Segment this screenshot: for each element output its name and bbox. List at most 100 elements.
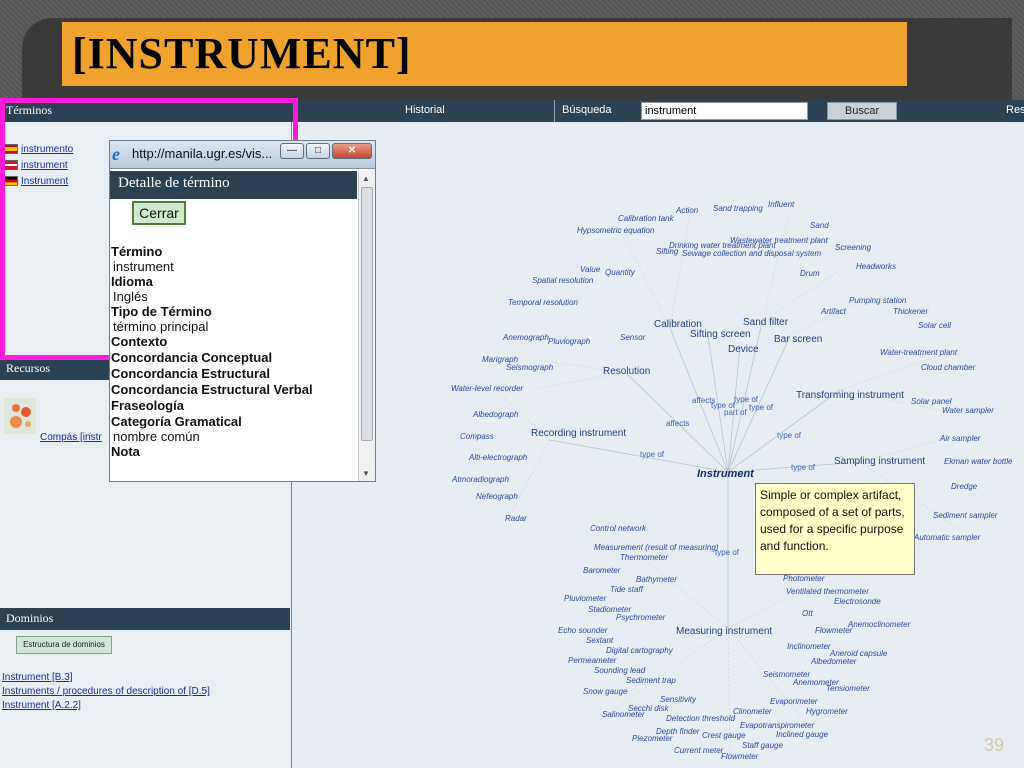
graph-node[interactable]: Staff gauge (742, 741, 783, 750)
graph-node[interactable]: Atmoradiograph (452, 475, 509, 484)
graph-node[interactable]: Water-treatment plant (880, 348, 957, 357)
graph-node[interactable]: Seismograph (506, 363, 553, 372)
graph-node[interactable]: Current meter (674, 746, 723, 755)
graph-node[interactable]: Radar (505, 514, 527, 523)
graph-node[interactable]: Headworks (856, 262, 896, 271)
graph-node[interactable]: Pluviograph (548, 337, 590, 346)
graph-node[interactable]: Compass (460, 432, 494, 441)
graph-node[interactable]: Hypsometric equation (577, 226, 654, 235)
graph-node[interactable]: Salinometer (602, 710, 645, 719)
graph-node[interactable]: Clinometer (733, 707, 772, 716)
graph-node[interactable]: Screening (835, 243, 871, 252)
graph-node[interactable]: Value (580, 265, 600, 274)
graph-node[interactable]: Pumping station (849, 296, 906, 305)
graph-node[interactable]: Flowmeter (815, 626, 852, 635)
graph-node[interactable]: Permeameter (568, 656, 616, 665)
graph-hub[interactable]: Transforming instrument (796, 390, 904, 401)
graph-node[interactable]: Air sampler (940, 434, 980, 443)
graph-node[interactable]: Detection threshold (666, 714, 735, 723)
graph-center-node[interactable]: Instrument (697, 468, 754, 480)
graph-node[interactable]: Anemoclinometer (848, 620, 910, 629)
graph-node[interactable]: Solar cell (918, 321, 951, 330)
domain-link[interactable]: Instrument [A.2.2] (2, 700, 81, 711)
term-item-en[interactable]: instrument (3, 160, 68, 171)
graph-node[interactable]: Barometer (583, 566, 620, 575)
graph-node[interactable]: Measurement (result of measuring) (594, 543, 719, 552)
scroll-up-icon[interactable]: ▲ (362, 174, 370, 183)
graph-node[interactable]: Sediment sampler (933, 511, 997, 520)
graph-node[interactable]: Alti-electrograph (469, 453, 527, 462)
cerrar-button[interactable]: Cerrar (132, 201, 186, 225)
graph-node[interactable]: Piezometer (632, 734, 672, 743)
graph-node[interactable]: Nefeograph (476, 492, 518, 501)
graph-node[interactable]: Albedograph (473, 410, 518, 419)
terms-tab[interactable]: Términos (6, 103, 52, 118)
graph-node[interactable]: Echo sounder (558, 626, 607, 635)
resource-link[interactable]: Compás [instr (40, 432, 102, 443)
popup-scrollbar[interactable]: ▲ ▼ (358, 171, 375, 481)
graph-node[interactable]: Sextant (586, 636, 613, 645)
domain-link[interactable]: Instrument [B.3] (2, 672, 73, 683)
graph-node[interactable]: Sediment trap (626, 676, 676, 685)
graph-node[interactable]: Quantity (605, 268, 635, 277)
graph-node[interactable]: Hygrometer (806, 707, 848, 716)
graph-node[interactable]: Drum (800, 269, 820, 278)
graph-node[interactable]: Psychrometer (616, 613, 665, 622)
graph-node[interactable]: Evaporimeter (770, 697, 818, 706)
graph-hub[interactable]: Device (728, 344, 759, 355)
graph-node[interactable]: Evapotranspirometer (740, 721, 814, 730)
graph-node[interactable]: Dredge (951, 482, 977, 491)
graph-node[interactable]: Sifting (656, 247, 678, 256)
graph-node[interactable]: Ventilated thermometer (786, 587, 869, 596)
graph-node[interactable]: Snow gauge (583, 687, 627, 696)
graph-node[interactable]: Crest gauge (702, 731, 746, 740)
graph-node[interactable]: Inclined gauge (776, 730, 828, 739)
term-item-de[interactable]: Instrument (3, 176, 68, 187)
minimize-button[interactable]: — (280, 143, 304, 159)
scroll-down-icon[interactable]: ▼ (362, 469, 370, 478)
graph-node[interactable]: Bathymeter (636, 575, 677, 584)
graph-node[interactable]: Electrosonde (834, 597, 881, 606)
graph-node[interactable]: Sounding lead (594, 666, 645, 675)
graph-node[interactable]: Tensiometer (826, 684, 870, 693)
graph-node[interactable]: Solar panel (911, 397, 951, 406)
graph-hub[interactable]: Measuring instrument (676, 626, 772, 637)
graph-node[interactable]: Sand trapping (713, 204, 763, 213)
graph-hub[interactable]: Recording instrument (531, 428, 626, 439)
graph-node[interactable]: Thermometer (620, 553, 668, 562)
term-item-es[interactable]: instrumento (3, 144, 73, 155)
history-tab[interactable]: Historial (405, 104, 445, 116)
graph-node[interactable]: Calibration tank (618, 214, 674, 223)
graph-node[interactable]: Sensitivity (660, 695, 696, 704)
close-window-button[interactable]: ✕ (332, 143, 372, 159)
graph-node[interactable]: Sand (810, 221, 829, 230)
domain-structure-button[interactable]: Estructura de dominios (16, 636, 112, 654)
graph-node[interactable]: Flowmeter (721, 752, 758, 761)
graph-node[interactable]: Spatial resolution (532, 276, 593, 285)
graph-node[interactable]: Tide staff (610, 585, 643, 594)
graph-node[interactable]: Digital cartography (606, 646, 673, 655)
graph-node[interactable]: Albedometer (811, 657, 856, 666)
graph-hub[interactable]: Sampling instrument (834, 456, 925, 467)
graph-node[interactable]: Water-level recorder (451, 384, 523, 393)
graph-hub[interactable]: Sand filter (743, 317, 788, 328)
domain-link[interactable]: Instruments / procedures of description … (2, 686, 210, 697)
graph-node[interactable]: Anemograph (503, 333, 549, 342)
graph-node[interactable]: Pluviometer (564, 594, 606, 603)
scroll-thumb[interactable] (361, 187, 373, 441)
graph-hub[interactable]: Bar screen (774, 334, 822, 345)
graph-node[interactable]: Action (676, 206, 698, 215)
graph-node[interactable]: Inclinometer (787, 642, 831, 651)
graph-node[interactable]: Sewage collection and disposal system (682, 249, 821, 258)
graph-hub[interactable]: Sifting screen (690, 329, 751, 340)
graph-node[interactable]: Ekman water bottle (944, 457, 1012, 466)
graph-node[interactable]: Photometer (783, 574, 824, 583)
graph-node[interactable]: Control network (590, 524, 646, 533)
graph-node[interactable]: Cloud chamber (921, 363, 975, 372)
graph-node[interactable]: Thickener (893, 307, 928, 316)
graph-node[interactable]: Sensor (620, 333, 645, 342)
graph-node[interactable]: Temporal resolution (508, 298, 578, 307)
graph-node[interactable]: Water sampler (942, 406, 994, 415)
graph-node[interactable]: Ott (802, 609, 813, 618)
graph-hub[interactable]: Resolution (603, 366, 650, 377)
